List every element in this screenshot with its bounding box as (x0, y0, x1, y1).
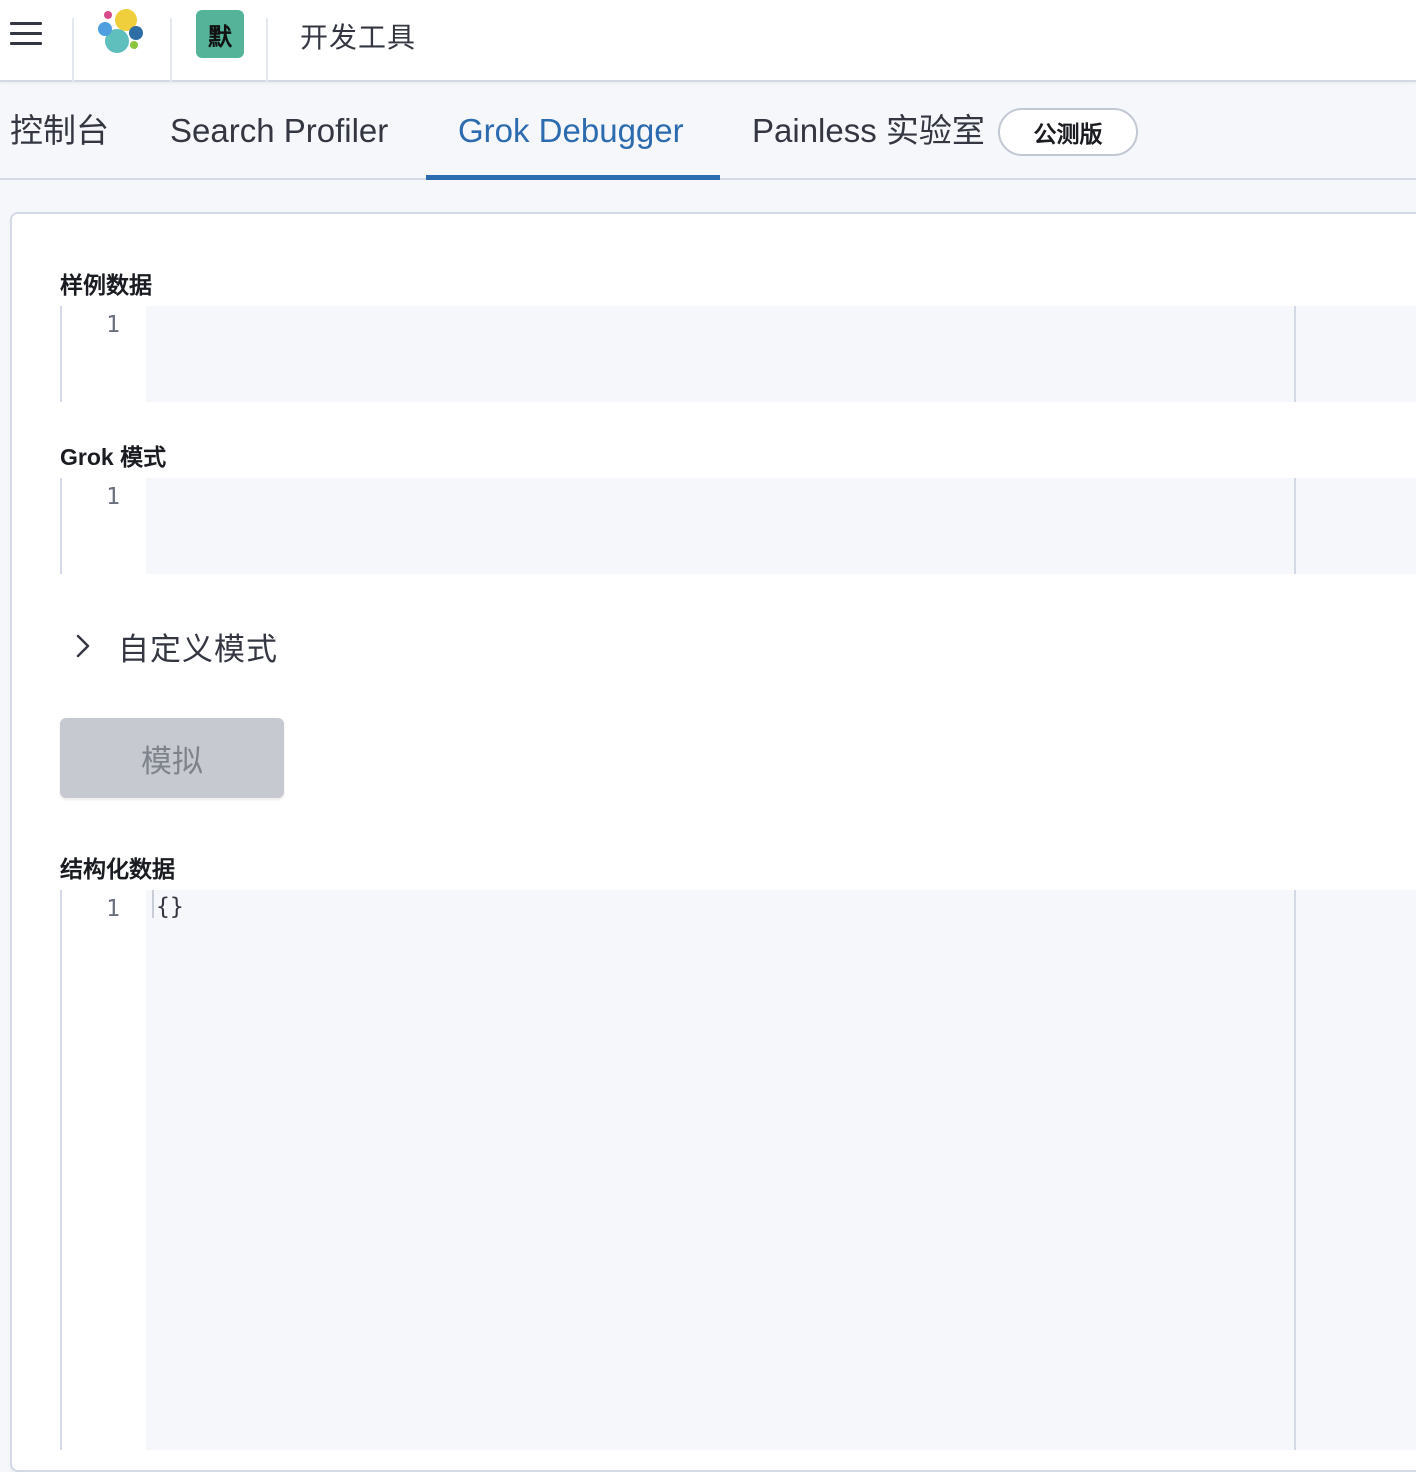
tab-console[interactable]: 控制台 (10, 84, 109, 180)
simulate-button[interactable]: 模拟 (60, 718, 284, 798)
print-margin (1294, 306, 1296, 402)
chevron-right-icon (76, 634, 90, 658)
dev-tools-tabs: 控制台 Search Profiler Grok Debugger Painle… (0, 84, 1416, 180)
tab-search-profiler[interactable]: Search Profiler (170, 84, 388, 180)
custom-patterns-label: 自定义模式 (118, 631, 278, 667)
grok-pattern-editor[interactable]: 1 (60, 478, 1416, 574)
print-margin (1294, 890, 1296, 1450)
print-margin (1294, 478, 1296, 574)
active-tab-indicator (426, 175, 720, 180)
line-number: 1 (106, 896, 120, 922)
top-header: 默 开发工具 (0, 0, 1416, 82)
structured-data-label: 结构化数据 (60, 856, 175, 882)
hamburger-menu-icon[interactable] (10, 21, 42, 47)
sample-data-label: 样例数据 (60, 272, 152, 298)
line-number: 1 (106, 484, 120, 510)
tab-painless-lab[interactable]: Painless 实验室 (752, 84, 985, 180)
editor-gutter: 1 (62, 890, 146, 1450)
structured-data-text: {} (156, 894, 184, 920)
space-avatar[interactable]: 默 (196, 10, 244, 58)
sample-data-editor[interactable]: 1 (60, 306, 1416, 402)
beta-badge: 公测版 (998, 108, 1138, 156)
structured-data-output[interactable]: 1 {} (60, 890, 1416, 1450)
grok-pattern-label: Grok 模式 (60, 444, 167, 470)
header-divider (170, 18, 172, 82)
elastic-logo-icon[interactable] (96, 8, 148, 56)
text-cursor (152, 890, 154, 918)
custom-patterns-accordion[interactable]: 自定义模式 (68, 624, 278, 668)
editor-gutter: 1 (62, 306, 146, 402)
tab-grok-debugger[interactable]: Grok Debugger (458, 84, 684, 180)
header-divider (72, 18, 74, 82)
header-divider (266, 18, 268, 82)
breadcrumb-dev-tools[interactable]: 开发工具 (300, 16, 416, 56)
editor-gutter: 1 (62, 478, 146, 574)
line-number: 1 (106, 312, 120, 338)
